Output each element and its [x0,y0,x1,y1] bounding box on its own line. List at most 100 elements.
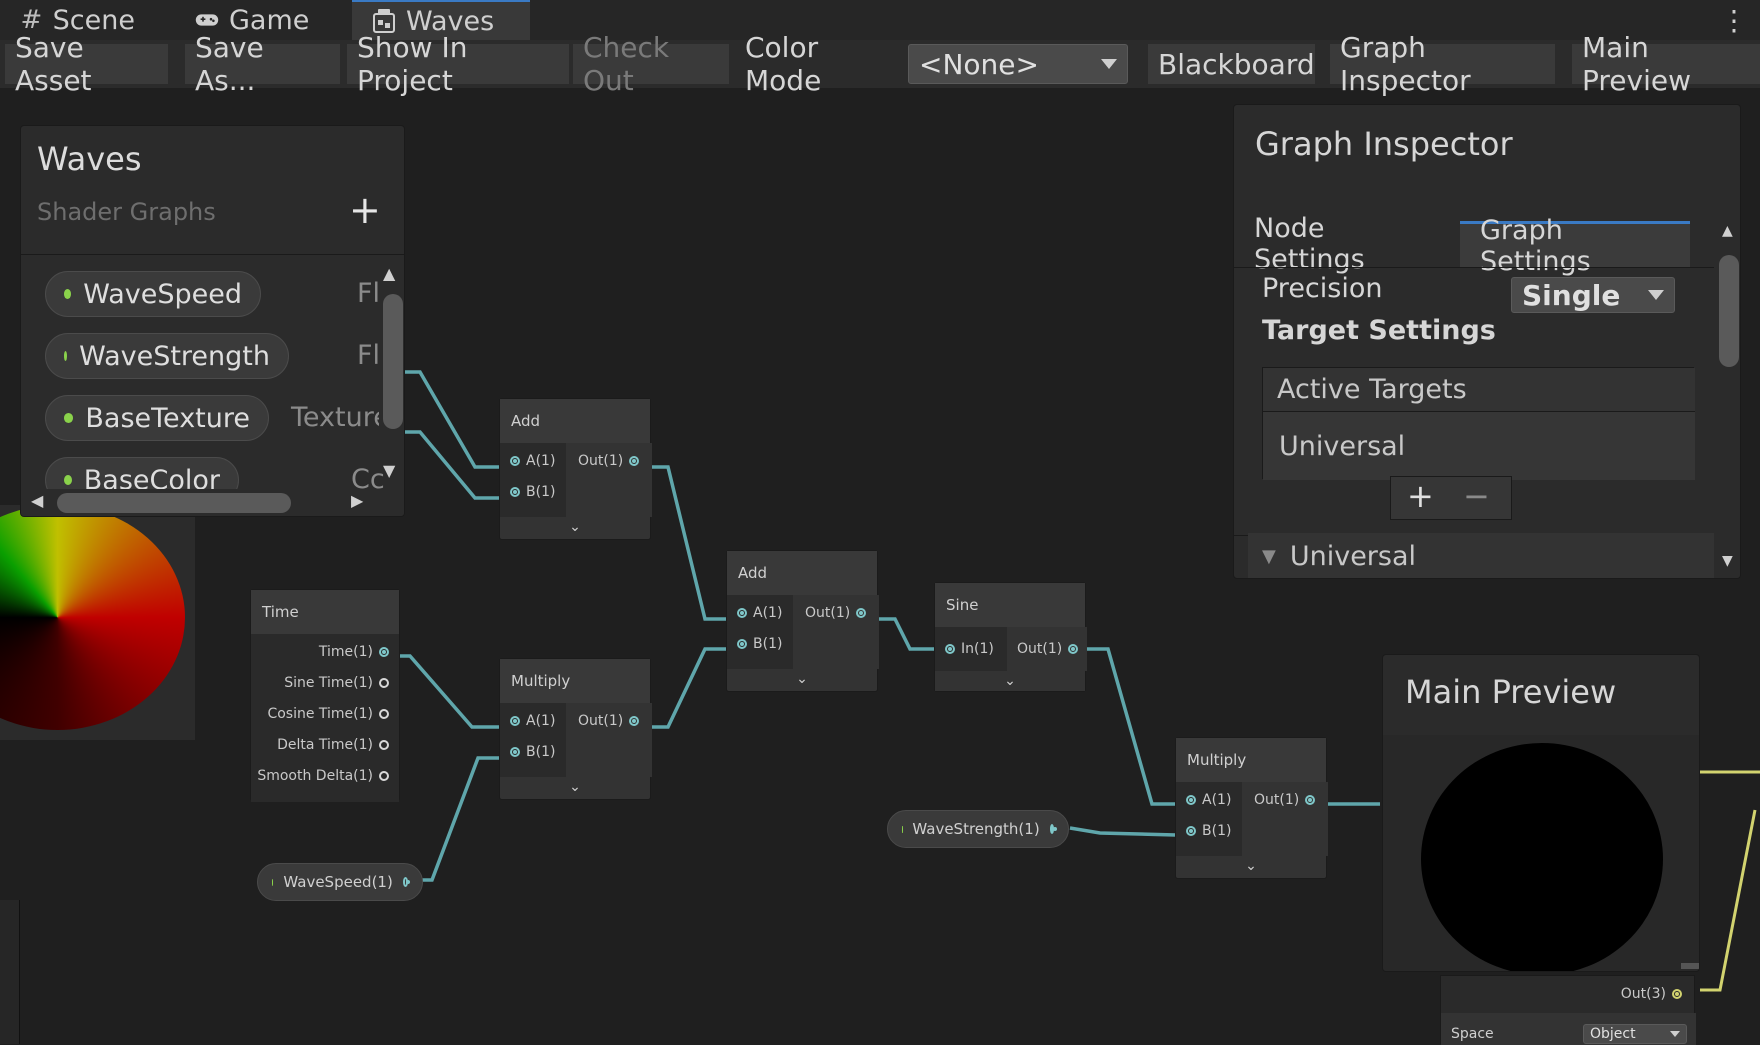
property-basetexture[interactable]: BaseTexture [45,395,269,441]
input-port-b[interactable]: B(1) [1186,823,1231,839]
input-port-a[interactable]: A(1) [510,713,555,729]
node-title: Add [727,551,877,595]
output-port-out3[interactable]: Out(3) [1621,986,1682,1002]
vertical-scroll-thumb[interactable] [383,294,403,429]
output-port[interactable]: Out(1) [1017,641,1078,657]
collapse-chevron-icon[interactable]: ⌄ [935,671,1085,691]
port-icon [856,608,866,618]
main-preview-title: Main Preview [1405,673,1616,711]
preview-sphere [1421,743,1663,972]
input-port-a[interactable]: A(1) [737,605,782,621]
input-port-b[interactable]: B(1) [510,484,555,500]
blackboard-title: Waves [37,140,142,178]
output-port[interactable]: Out(1) [1254,792,1315,808]
node-add-1[interactable]: Add A(1) B(1) Out(1) ⌄ [499,398,651,540]
property-type: Texture [291,402,390,433]
port-icon[interactable] [403,877,408,887]
scroll-down-icon[interactable]: ▼ [383,461,395,480]
space-value: Object [1590,1026,1636,1042]
output-port[interactable]: Out(1) [578,453,639,469]
input-port-a[interactable]: A(1) [1186,792,1231,808]
collapse-chevron-icon[interactable]: ⌄ [727,669,877,689]
blackboard-divider [21,254,405,255]
node-title: Add [500,399,650,443]
inspector-scroll-thumb[interactable] [1719,255,1739,367]
property-wavespeed[interactable]: WaveSpeed [45,271,261,317]
list-footer: + − [1390,476,1512,520]
precision-value: Single [1522,279,1620,312]
input-port-in[interactable]: In(1) [945,641,994,657]
node-sine[interactable]: Sine In(1) Out(1) ⌄ [934,582,1086,692]
output-port-cosine-time[interactable]: Cosine Time(1) [267,706,389,722]
property-node-wavestrength[interactable]: WaveStrength(1) [887,810,1069,848]
scroll-up-icon[interactable]: ▲ [383,264,395,283]
port-icon [510,456,520,466]
wire-vector3-out-2 [1700,810,1755,990]
output-port[interactable]: Out(1) [805,605,866,621]
property-dot-icon [64,475,72,485]
port-icon [379,678,389,688]
tab-graph-settings[interactable]: Graph Settings [1460,221,1690,267]
precision-dropdown[interactable]: Single [1511,277,1675,313]
wire-add1-to-add2-a [650,467,730,619]
port-icon [510,716,520,726]
blackboard-panel: Waves Shader Graphs + WaveSpeed Fl WaveS… [20,125,405,517]
target-settings-heading: Target Settings [1262,315,1496,346]
node-time[interactable]: Time Time(1) Sine Time(1) Cosine Time(1)… [250,589,400,801]
wire-add2-to-sine [877,619,936,649]
port-icon[interactable] [1050,824,1054,834]
collapse-chevron-icon[interactable]: ⌄ [1176,856,1326,876]
scroll-down-icon[interactable]: ▼ [1722,553,1733,569]
foldout-triangle-icon: ▼ [1262,546,1276,567]
scroll-left-icon[interactable]: ◀ [31,491,43,510]
target-item-universal[interactable]: Universal [1263,412,1695,480]
port-icon [379,740,389,750]
output-port-sine-time[interactable]: Sine Time(1) [284,675,389,691]
port-icon [510,487,520,497]
collapsed-panel-edge[interactable] [0,900,20,1044]
chevron-down-icon [1670,1031,1680,1037]
input-port-a[interactable]: A(1) [510,453,555,469]
remove-target-button[interactable]: − [1463,477,1490,515]
tab-node-settings[interactable]: Node Settings [1234,221,1460,267]
property-node-wavespeed[interactable]: WaveSpeed(1) [257,863,423,901]
color-preview-circle [0,505,185,730]
precision-label: Precision [1262,273,1382,304]
resize-handle-icon[interactable] [1681,963,1700,969]
add-property-button[interactable]: + [349,188,381,232]
node-title: Sine [935,583,1085,627]
output-port-time[interactable]: Time(1) [319,644,389,660]
property-dot-icon [272,879,273,886]
wire-wavestrength-to-multiply2-b [1070,828,1176,835]
port-icon [737,608,747,618]
node-multiply-1[interactable]: Multiply A(1) B(1) Out(1) ⌄ [499,658,651,800]
port-icon [379,709,389,719]
input-port-b[interactable]: B(1) [510,744,555,760]
space-dropdown[interactable]: Object [1583,1024,1687,1044]
scroll-up-icon[interactable]: ▲ [1722,223,1733,239]
scroll-right-icon[interactable]: ▶ [351,491,363,510]
output-port[interactable]: Out(1) [578,713,639,729]
add-target-button[interactable]: + [1407,477,1434,515]
property-name: BaseTexture [85,403,250,434]
input-port-b[interactable]: B(1) [737,636,782,652]
output-port-delta-time[interactable]: Delta Time(1) [277,737,389,753]
main-preview-viewport[interactable] [1383,735,1700,972]
active-targets-list: Active Targets Universal [1262,367,1694,479]
port-icon [379,647,389,657]
node-output-fragment[interactable]: Out(3) Space Object [1440,975,1695,1044]
collapse-chevron-icon[interactable]: ⌄ [500,517,650,537]
port-icon [737,639,747,649]
output-port-smooth-delta[interactable]: Smooth Delta(1) [257,768,389,784]
property-name: WaveStrength [79,341,270,372]
port-icon [1186,795,1196,805]
active-targets-header: Active Targets [1263,368,1695,412]
node-multiply-2[interactable]: Multiply A(1) B(1) Out(1) ⌄ [1175,737,1327,879]
node-add-2[interactable]: Add A(1) B(1) Out(1) ⌄ [726,550,878,692]
collapse-chevron-icon[interactable]: ⌄ [500,777,650,797]
graph-inspector-title: Graph Inspector [1255,125,1513,163]
horizontal-scroll-thumb[interactable] [57,493,291,513]
wire-wavespeed-to-multiply1-b [418,758,502,880]
universal-section-foldout[interactable]: ▼ Universal [1248,533,1714,579]
property-wavestrength[interactable]: WaveStrength [45,333,289,379]
